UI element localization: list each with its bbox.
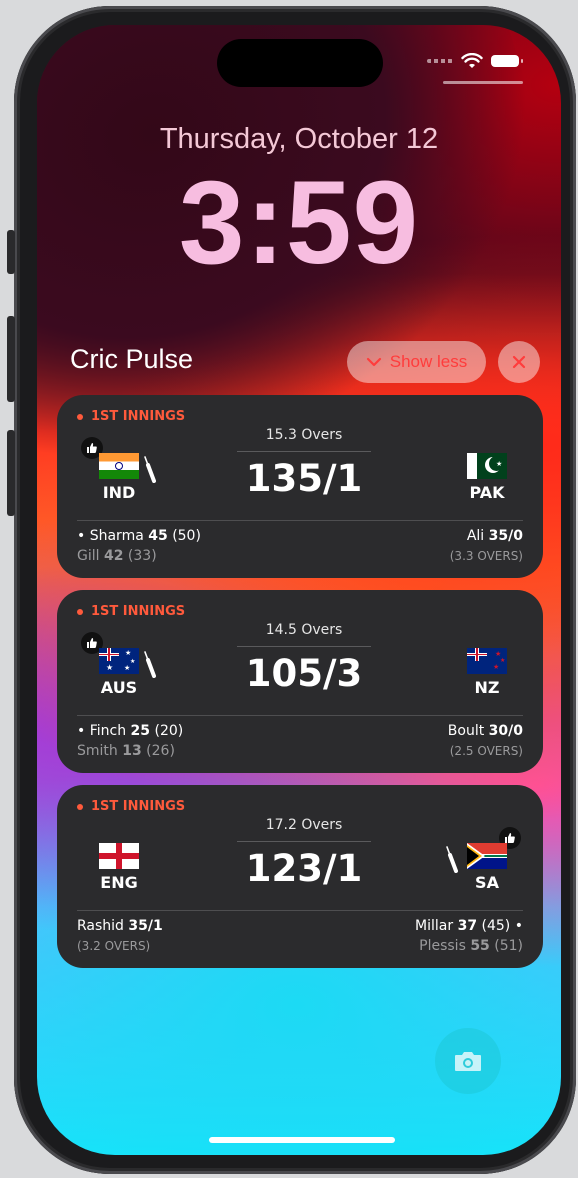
cricket-bat-icon bbox=[144, 456, 156, 483]
pakistan-flag-icon: ★ bbox=[467, 453, 507, 479]
divider bbox=[237, 841, 371, 842]
match-card[interactable]: 1ST INNINGS 15.3 Overs 135/1 IND ★ PAK •… bbox=[57, 395, 543, 578]
batter-row: • Sharma 45 (50) bbox=[77, 528, 201, 544]
bowler-info: Rashid 35/1 (3.2 OVERS) bbox=[77, 916, 163, 956]
close-icon bbox=[512, 355, 526, 369]
team-right: ★ ★ ★ NZ bbox=[459, 648, 515, 697]
divider bbox=[237, 451, 371, 452]
match-card[interactable]: 1ST INNINGS 14.5 Overs 105/3 ★ ★ ★ ★ AUS bbox=[57, 590, 543, 773]
innings-label: 1ST INNINGS bbox=[77, 799, 185, 814]
bowler-overs: (3.2 OVERS) bbox=[77, 939, 151, 953]
south-africa-flag-icon bbox=[467, 843, 507, 869]
team-abbr: SA bbox=[475, 873, 499, 892]
divider bbox=[77, 910, 523, 911]
team-right: ★ PAK bbox=[459, 453, 515, 502]
innings-label: 1ST INNINGS bbox=[77, 409, 185, 424]
dynamic-island bbox=[217, 39, 383, 87]
batter-row: • Finch 25 (20) bbox=[77, 723, 184, 739]
app-title: Cric Pulse bbox=[70, 344, 194, 374]
widget-header: Cric Pulse Show less bbox=[70, 341, 545, 385]
batters-list: Millar 37 (45) • Plessis 55 (51) bbox=[415, 916, 523, 956]
close-button[interactable] bbox=[498, 341, 540, 383]
team-abbr: IND bbox=[102, 483, 136, 502]
lock-date: Thursday, October 12 bbox=[159, 123, 439, 155]
india-flag-icon bbox=[99, 453, 139, 479]
camera-icon bbox=[455, 1052, 481, 1071]
match-card[interactable]: 1ST INNINGS 17.2 Overs 123/1 ENG SA Rash… bbox=[57, 785, 543, 968]
bowler-row: Boult 30/0 bbox=[447, 723, 523, 739]
team-abbr: PAK bbox=[469, 483, 505, 502]
bowler-overs: (3.3 OVERS) bbox=[449, 549, 523, 563]
volume-down-button bbox=[7, 430, 15, 516]
divider bbox=[77, 715, 523, 716]
overs-text: 17.2 Overs bbox=[265, 817, 343, 833]
team-left: ENG bbox=[91, 843, 147, 892]
show-less-label: Show less bbox=[389, 352, 468, 371]
cricket-bat-icon bbox=[144, 651, 156, 678]
live-dot bbox=[77, 608, 83, 615]
team-right: SA bbox=[459, 843, 515, 892]
batter-row: Plessis 55 (51) bbox=[419, 938, 523, 954]
lock-time: 3:59 bbox=[178, 157, 420, 289]
new-zealand-flag-icon: ★ ★ ★ bbox=[467, 648, 507, 674]
volume-up-button bbox=[7, 316, 15, 402]
signal-icon bbox=[427, 59, 453, 63]
show-less-button[interactable]: Show less bbox=[347, 341, 486, 383]
bowler-info: Boult 30/0 (2.5 OVERS) bbox=[448, 721, 523, 761]
score: 105/3 bbox=[245, 652, 363, 695]
bowler-row: Ali 35/0 bbox=[466, 528, 523, 544]
batter-row: Millar 37 (45) • bbox=[415, 918, 523, 934]
status-indicator-line bbox=[443, 81, 523, 84]
action-button bbox=[7, 230, 15, 274]
home-indicator[interactable] bbox=[209, 1137, 395, 1143]
england-flag-icon bbox=[99, 843, 139, 869]
lock-screen: Thursday, October 12 3:59 Cric Pulse Sho… bbox=[37, 25, 561, 1155]
team-abbr: ENG bbox=[100, 873, 138, 892]
overs-text: 14.5 Overs bbox=[265, 622, 343, 638]
divider bbox=[237, 646, 371, 647]
divider bbox=[77, 520, 523, 521]
innings-label: 1ST INNINGS bbox=[77, 604, 185, 619]
batter-row: Smith 13 (26) bbox=[77, 743, 175, 759]
live-dot bbox=[77, 413, 83, 420]
team-abbr: AUS bbox=[100, 678, 138, 697]
team-left: ★ ★ ★ ★ AUS bbox=[91, 648, 147, 697]
score: 135/1 bbox=[245, 457, 363, 500]
bowler-info: Ali 35/0 (3.3 OVERS) bbox=[450, 526, 523, 566]
australia-flag-icon: ★ ★ ★ ★ bbox=[99, 648, 139, 674]
status-bar bbox=[427, 53, 523, 69]
batters-list: • Finch 25 (20) Smith 13 (26) bbox=[77, 721, 183, 761]
overs-text: 15.3 Overs bbox=[265, 427, 343, 443]
live-dot bbox=[77, 803, 83, 810]
chevron-down-icon bbox=[366, 357, 381, 367]
cricket-bat-icon bbox=[446, 846, 458, 873]
bowler-row: Rashid 35/1 bbox=[77, 918, 163, 934]
team-left: IND bbox=[91, 453, 147, 502]
batter-row: Gill 42 (33) bbox=[77, 548, 157, 564]
battery-icon bbox=[491, 55, 523, 67]
team-abbr: NZ bbox=[474, 678, 500, 697]
batters-list: • Sharma 45 (50) Gill 42 (33) bbox=[77, 526, 201, 566]
wifi-icon bbox=[461, 53, 483, 68]
score: 123/1 bbox=[245, 847, 363, 890]
camera-button[interactable] bbox=[435, 1028, 501, 1094]
bowler-overs: (2.5 OVERS) bbox=[449, 744, 523, 758]
